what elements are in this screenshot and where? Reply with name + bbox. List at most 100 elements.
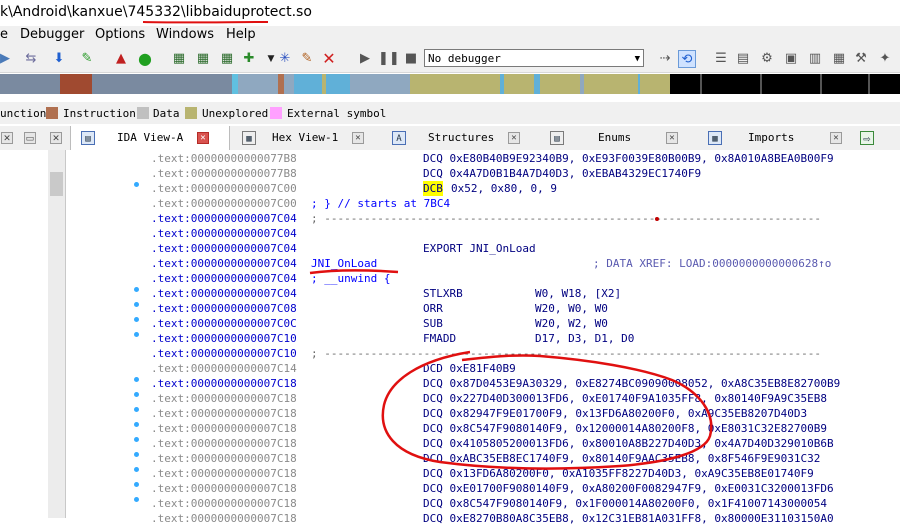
layout-icon[interactable]: ▥ xyxy=(806,50,824,68)
listing-line[interactable]: .text:0000000000007C04EXPORT JNI_OnLoad xyxy=(151,241,297,256)
listing-line[interactable]: .text:00000000000077B8DCQ 0x4A7D0B1B4A7D… xyxy=(151,166,297,181)
listing-line[interactable]: .text:0000000000007C18DCQ 0x410580520001… xyxy=(151,436,297,451)
tab-enums-close-icon[interactable]: ✕ xyxy=(666,132,678,144)
listing-symbol-jni-onload[interactable]: JNI_OnLoad xyxy=(311,256,377,271)
breakpoint-dot[interactable] xyxy=(134,452,139,457)
tab-hex-view-1[interactable]: ▦ Hex View-1 ✕ xyxy=(238,126,372,150)
breakpoint-dot[interactable] xyxy=(134,482,139,487)
tab-ida-view-a[interactable]: ▤ IDA View-A ✕ xyxy=(70,126,230,150)
options-icon[interactable]: ✦ xyxy=(876,50,894,68)
listing-line[interactable]: .text:0000000000007C18DCQ 0x87D0453E9A30… xyxy=(151,376,297,391)
listing-line[interactable]: .text:0000000000007C00; } // starts at 7… xyxy=(151,196,297,211)
breakpoint-dot[interactable] xyxy=(134,407,139,412)
code-icon[interactable]: ▦ xyxy=(170,50,188,68)
tab-imports[interactable]: ▦ Imports ✕ xyxy=(704,126,852,150)
settings-icon[interactable]: ⚙ xyxy=(758,50,776,68)
listing-line[interactable]: .text:0000000000007C08ORRW20, W0, W0 xyxy=(151,301,297,316)
tab-structures[interactable]: A Structures ✕ xyxy=(388,126,530,150)
breakpoint-dot[interactable] xyxy=(134,467,139,472)
listing-line[interactable]: .text:0000000000007C0CSUBW20, W2, W0 xyxy=(151,316,297,331)
trace-icon[interactable]: ⟲ xyxy=(678,50,696,68)
listing-code: DCQ 0xE80B40B9E92340B9, 0xE93F0039E80B00… xyxy=(423,151,834,166)
listing-separator: ; --------------------------------------… xyxy=(311,211,821,226)
binary-search-icon[interactable]: ✎ xyxy=(78,50,96,68)
debugger-select[interactable]: No debugger▼ xyxy=(424,49,644,67)
pane-close-icon[interactable]: ✕ xyxy=(1,132,13,144)
listing-line[interactable]: .text:0000000000007C04; __unwind { xyxy=(151,271,297,286)
tab-structures-close-icon[interactable]: ✕ xyxy=(508,132,520,144)
arrow-gutter[interactable] xyxy=(66,150,148,518)
tab-imports-close-icon[interactable]: ✕ xyxy=(830,132,842,144)
breakpoint-dot[interactable] xyxy=(134,437,139,442)
listing-line[interactable]: .text:0000000000007C18DCQ 0x82947F9E0170… xyxy=(151,406,297,421)
listing-line[interactable]: .text:0000000000007C18DCQ 0x8C547F908014… xyxy=(151,421,297,436)
menu-item-options[interactable]: Options xyxy=(95,27,145,42)
listing-line[interactable]: .text:0000000000007C14DCD 0xE81F40B9 xyxy=(151,361,297,376)
disassembly-listing[interactable]: .text:00000000000077B8DCQ 0xE80B40B9E923… xyxy=(148,150,900,518)
add-struct-icon[interactable]: ✳ xyxy=(276,50,294,68)
listing-line[interactable]: .text:0000000000007C18DCQ 0xE01700F90801… xyxy=(151,481,297,496)
listing-separator: ; --------------------------------------… xyxy=(311,346,821,361)
breakpoint-dot[interactable] xyxy=(134,332,139,337)
tab-ida-view-a-close-icon[interactable]: ✕ xyxy=(197,132,209,144)
search-sequence-icon[interactable]: ⇆ xyxy=(22,50,40,68)
panel-icon[interactable]: ▦ xyxy=(830,50,848,68)
listing-code: DCQ 0xE8270B80A8C35EB8, 0x12C31EB81A031F… xyxy=(423,511,834,526)
listing-line[interactable]: .text:0000000000007C18DCQ 0xABC35EB8EC17… xyxy=(151,451,297,466)
breakpoint-dot[interactable] xyxy=(134,302,139,307)
menu-item-help[interactable]: Help xyxy=(226,27,256,42)
menu-item-windows[interactable]: Windows xyxy=(156,27,214,42)
listing-line[interactable]: .text:0000000000007C18DCQ 0xE8270B80A8C3… xyxy=(151,511,297,526)
window-icon[interactable]: ▣ xyxy=(782,50,800,68)
data-icon[interactable]: ▦ xyxy=(194,50,212,68)
menu-item-edit-partial[interactable]: e xyxy=(0,27,8,42)
listing-line[interactable]: .text:0000000000007C18DCQ 0x13FD6A80200F… xyxy=(151,466,297,481)
breakpoint-dot[interactable] xyxy=(134,377,139,382)
functions-scrollbar[interactable] xyxy=(48,150,65,518)
arrow-down-icon[interactable]: ⬇ xyxy=(50,50,68,68)
breakpoint-dot[interactable] xyxy=(134,287,139,292)
breakpoint-dot[interactable] xyxy=(134,392,139,397)
step-icon[interactable]: ⇢ xyxy=(656,50,674,68)
listing-line[interactable]: .text:0000000000007C00DCB0x52, 0x80, 0, … xyxy=(151,181,297,196)
menu-item-debugger[interactable]: Debugger xyxy=(20,27,84,42)
listing-address: .text:0000000000007C04 xyxy=(151,287,297,300)
warning-icon[interactable]: ▲ xyxy=(112,50,130,68)
listing-line[interactable]: .text:0000000000007C04; ----------------… xyxy=(151,211,297,226)
stop-icon[interactable]: ■ xyxy=(402,50,420,68)
tab-enums[interactable]: ▤ Enums ✕ xyxy=(546,126,688,150)
breakpoint-dot[interactable] xyxy=(134,317,139,322)
listing-line[interactable]: .text:0000000000007C04 xyxy=(151,226,297,241)
listing-line[interactable]: .text:0000000000007C04JNI_OnLoad; DATA X… xyxy=(151,256,297,271)
breakpoint-dot[interactable] xyxy=(134,182,139,187)
listing-line[interactable]: .text:0000000000007C10FMADDD17, D3, D1, … xyxy=(151,331,297,346)
pause-icon[interactable]: ❚❚ xyxy=(378,50,396,68)
string-icon[interactable]: ▦ xyxy=(218,50,236,68)
add-icon[interactable]: ✚ xyxy=(240,50,258,68)
chevron-down-icon: ▼ xyxy=(635,50,640,68)
play-icon[interactable]: ▶ xyxy=(356,50,374,68)
listing-line[interactable]: .text:0000000000007C10; ----------------… xyxy=(151,346,297,361)
functions-scrollbar-thumb[interactable] xyxy=(50,172,63,196)
tab-hex-view-1-close-icon[interactable]: ✕ xyxy=(352,132,364,144)
list-icon[interactable]: ☰ xyxy=(712,50,730,68)
pane-float-icon[interactable]: ▭ xyxy=(24,132,36,144)
grid-icon[interactable]: ▤ xyxy=(734,50,752,68)
green-circle-icon[interactable]: ● xyxy=(136,50,154,68)
tools-icon[interactable]: ⚒ xyxy=(852,50,870,68)
listing-line[interactable]: .text:0000000000007C18DCQ 0x8C547F908014… xyxy=(151,496,297,511)
exports-icon[interactable]: ⇨ xyxy=(860,131,874,145)
listing-line[interactable]: .text:00000000000077B8DCQ 0xE80B40B9E923… xyxy=(151,151,297,166)
listing-xref[interactable]: ; DATA XREF: LOAD:0000000000000628↑o xyxy=(593,256,831,271)
close-red-icon[interactable]: ✕ xyxy=(320,50,338,68)
navigation-band[interactable] xyxy=(0,74,900,94)
edit-icon[interactable]: ✎ xyxy=(298,50,316,68)
pane-close-icon-2[interactable]: ✕ xyxy=(50,132,62,144)
listing-operands: W20, W0, W0 xyxy=(535,301,608,316)
listing-line[interactable]: .text:0000000000007C04STLXRBW0, W18, [X2… xyxy=(151,286,297,301)
breakpoint-dot[interactable] xyxy=(134,497,139,502)
listing-line[interactable]: .text:0000000000007C18DCQ 0x227D40D30001… xyxy=(151,391,297,406)
breakpoint-dot[interactable] xyxy=(134,422,139,427)
jump-icon[interactable]: ▶ xyxy=(0,50,14,68)
listing-address: .text:0000000000007C18 xyxy=(151,437,297,450)
